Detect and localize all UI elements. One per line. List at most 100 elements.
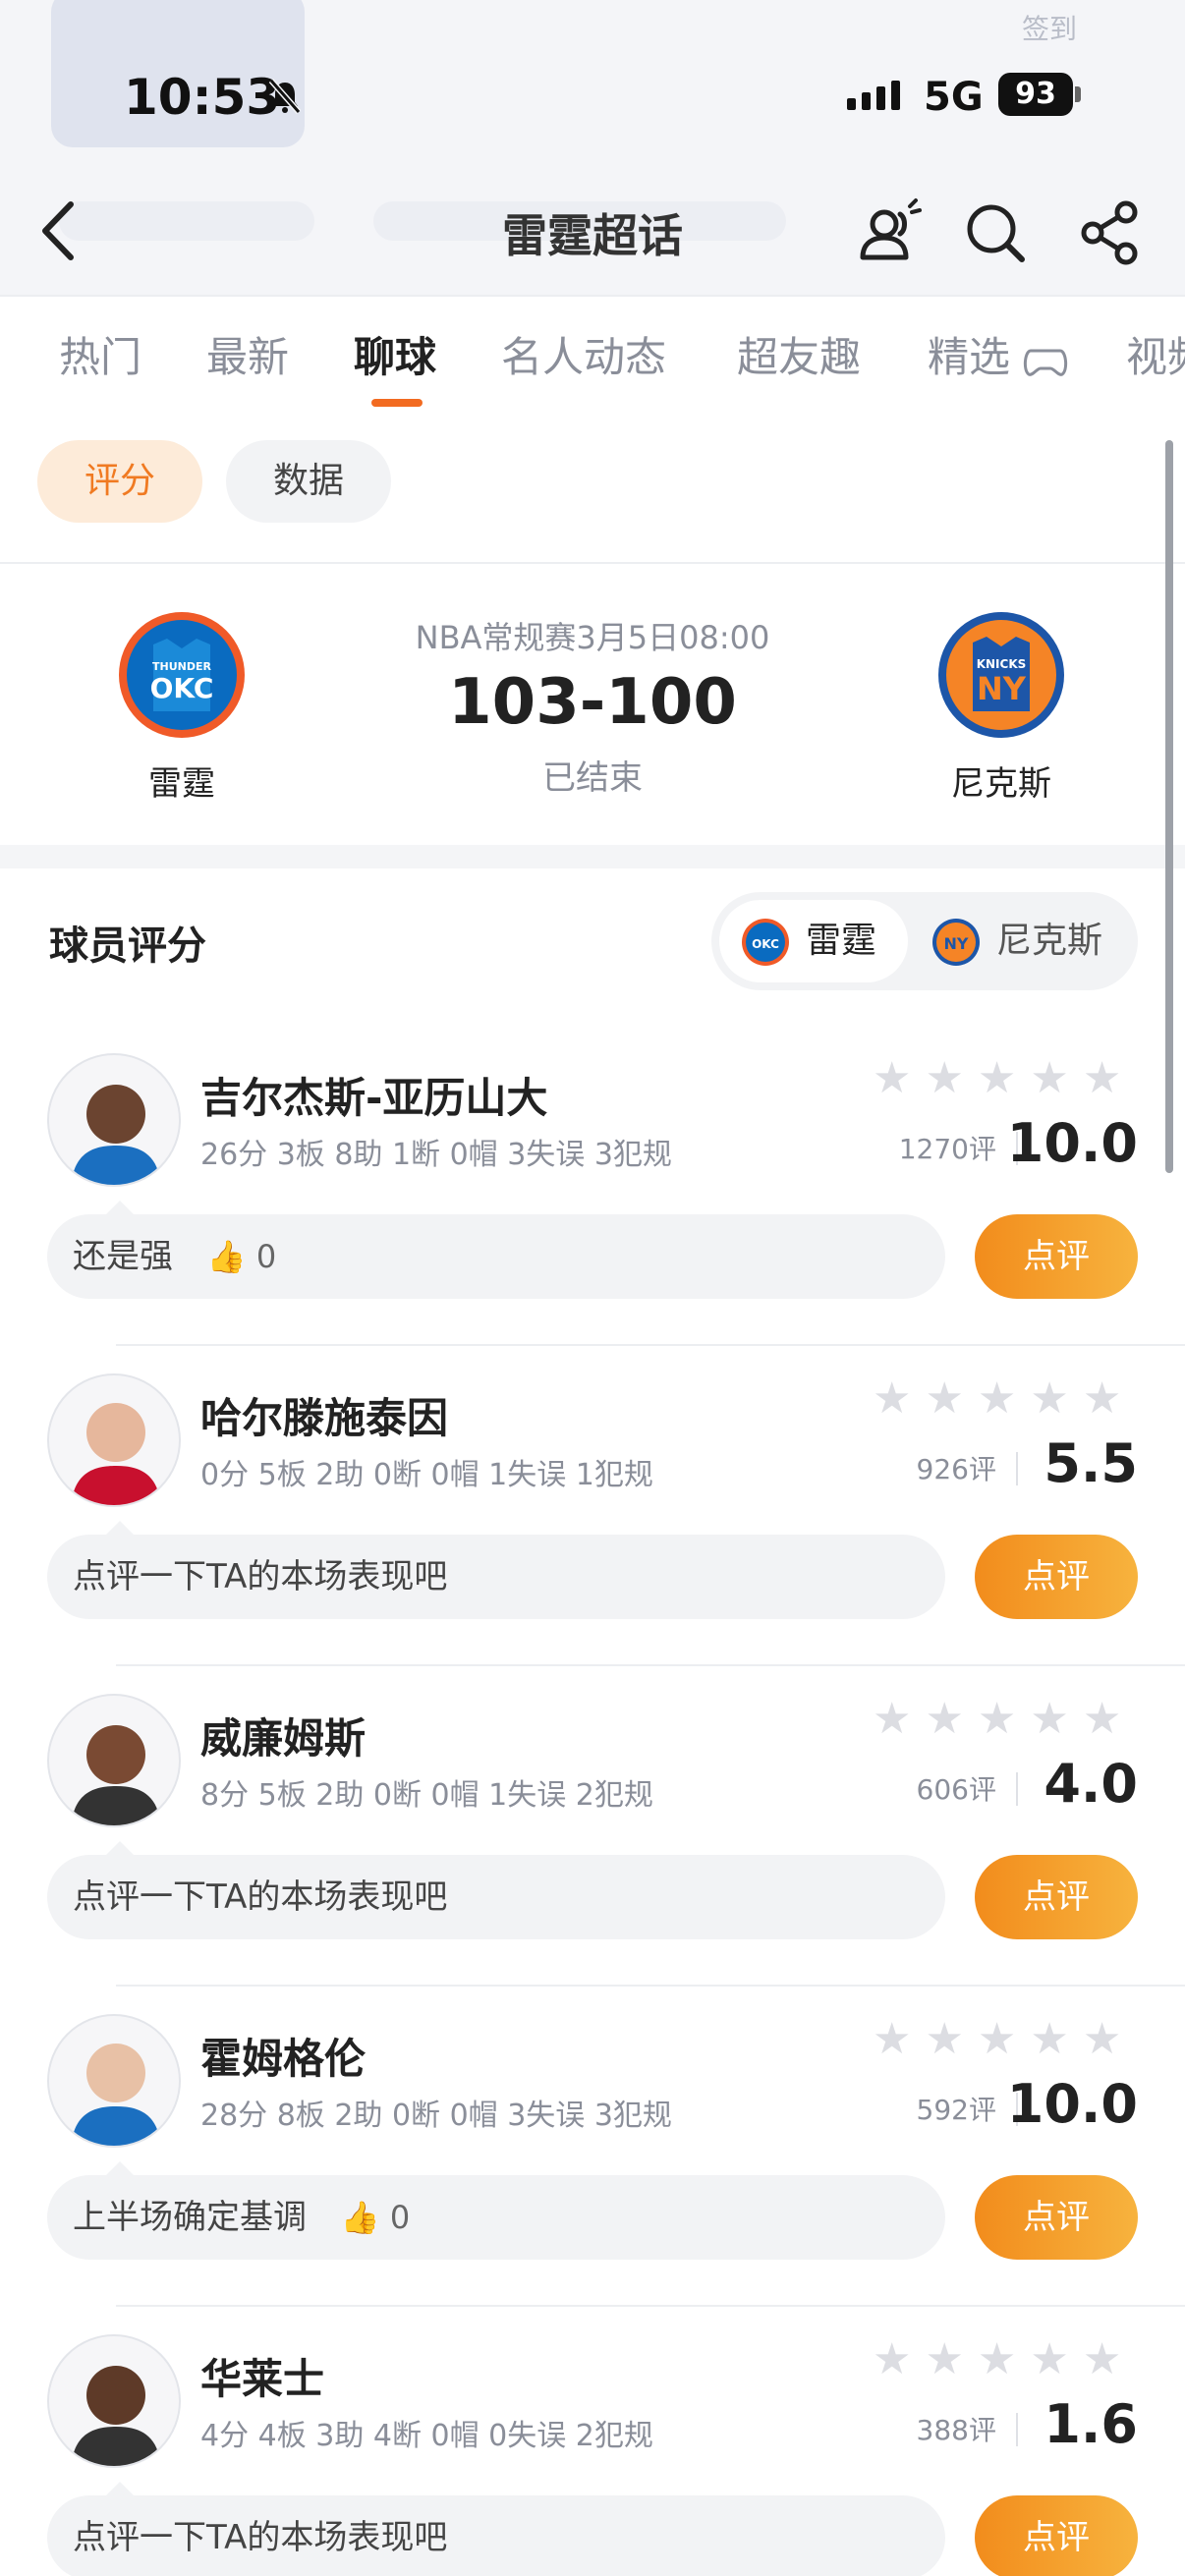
tab-hot[interactable]: 热门 [59,324,141,384]
player-stats: 0分 5板 2助 0断 0帽 1失误 1犯规 [200,1458,653,1492]
comment-text: 点评一下TA的本场表现吧 [73,2518,448,2557]
star-icon[interactable]: ★ [925,1057,963,1100]
game-controller-icon [1024,349,1068,376]
player-avatar[interactable] [47,2334,181,2468]
chip-rating[interactable]: 评分 [37,440,202,523]
share-icon[interactable] [1075,196,1148,269]
star-icon[interactable]: ★ [1083,1057,1121,1100]
comment-prompt[interactable]: 点评一下TA的本场表现吧 [47,1521,945,1619]
tab-chat-ball[interactable]: 聊球 [354,324,436,384]
separator [1016,1772,1018,1806]
star-icon[interactable]: ★ [1030,1377,1068,1421]
review-button[interactable]: 点评 [975,1535,1138,1619]
review-button[interactable]: 点评 [975,2175,1138,2260]
svg-text:NY: NY [944,934,969,953]
signal-icon [847,81,900,110]
section-title: 球员评分 [49,924,206,969]
nav-divider [0,295,1185,297]
nav-bar: 雷霆超话 [0,177,1185,285]
rating-count: 606评 [916,1773,996,1806]
player-row: 威廉姆斯 8分 5板 2助 0断 0帽 1失误 2犯规 ★ ★ ★ ★ ★ 606评 4… [0,1694,1185,2014]
star-icon[interactable]: ★ [925,1698,963,1741]
player-score: 1.6 [1044,2393,1138,2455]
like-number: 0 [389,2199,411,2236]
like-count[interactable]: 👍 0 [341,2199,410,2236]
star-icon[interactable]: ★ [1030,1698,1068,1741]
rating-stars[interactable]: ★ ★ ★ ★ ★ [873,2018,1121,2061]
player-avatar[interactable] [47,1053,181,1187]
tab-featured[interactable]: 精选 [928,324,1068,384]
player-name: 霍姆格伦 [200,2035,367,2083]
chip-data[interactable]: 数据 [226,440,391,523]
star-icon[interactable]: ★ [873,1377,911,1421]
star-icon[interactable]: ★ [978,1698,1016,1741]
team-switch: OKC 雷霆 NY 尼克斯 [711,892,1138,990]
star-icon[interactable]: ★ [873,1698,911,1741]
search-icon[interactable] [959,196,1032,269]
star-icon[interactable]: ★ [1083,1377,1121,1421]
star-icon[interactable]: ★ [978,1377,1016,1421]
svg-text:NY: NY [977,670,1027,707]
sign-in-label[interactable]: 签到 [1022,8,1077,47]
review-button[interactable]: 点评 [975,1855,1138,1939]
review-button[interactable]: 点评 [975,1214,1138,1299]
star-icon[interactable]: ★ [1030,1057,1068,1100]
away-team-mini-logo: NY [932,919,980,966]
player-score: 10.0 [1006,1112,1138,1174]
star-icon[interactable]: ★ [1030,2018,1068,2061]
rating-stars[interactable]: ★ ★ ★ ★ ★ [873,1057,1121,1100]
rating-count: 592评 [916,2094,996,2126]
svg-text:OKC: OKC [752,937,779,951]
star-icon[interactable]: ★ [1030,2338,1068,2381]
comment-prompt[interactable]: 点评一下TA的本场表现吧 [47,2482,945,2576]
player-stats: 8分 5板 2助 0断 0帽 1失误 2犯规 [200,1778,653,1813]
status-bar: 10:53 5G 93 [0,59,1185,128]
player-row: 华莱士 4分 4板 3助 4断 0帽 0失误 2犯规 ★ ★ ★ ★ ★ 388评 1.… [0,2334,1185,2576]
star-icon[interactable]: ★ [925,2338,963,2381]
like-count[interactable]: 👍 0 [207,1238,276,1275]
rating-stars[interactable]: ★ ★ ★ ★ ★ [873,2338,1121,2381]
review-button[interactable]: 点评 [975,2495,1138,2576]
switch-home-team[interactable]: OKC 雷霆 [719,900,908,982]
members-icon[interactable] [851,196,924,269]
row-divider [116,1344,1185,1346]
player-stats: 28分 8板 2助 0断 0帽 3失误 3犯规 [200,2099,672,2133]
rating-stars[interactable]: ★ ★ ★ ★ ★ [873,1698,1121,1741]
switch-home-label: 雷霆 [806,921,877,961]
top-comment[interactable]: 上半场确定基调 👍 0 [47,2161,945,2260]
tab-celebrity[interactable]: 名人动态 [501,324,666,384]
scrollbar[interactable] [1165,440,1173,1173]
star-icon[interactable]: ★ [1083,2018,1121,2061]
rating-stars[interactable]: ★ ★ ★ ★ ★ [873,1377,1121,1421]
match-card[interactable]: THUNDER OKC 雷霆 NBA常规赛3月5日08:00 103-100 已… [0,564,1185,845]
star-icon[interactable]: ★ [978,2338,1016,2381]
player-avatar[interactable] [47,2014,181,2148]
switch-away-team[interactable]: NY 尼克斯 [922,900,1128,982]
away-team-name: 尼克斯 [951,764,1051,804]
player-row: 霍姆格伦 28分 8板 2助 0断 0帽 3失误 3犯规 ★ ★ ★ ★ ★ 592评 … [0,2014,1185,2334]
tab-fun[interactable]: 超友趣 [737,324,861,384]
separator [1016,1452,1018,1485]
star-icon[interactable]: ★ [978,2018,1016,2061]
star-icon[interactable]: ★ [1083,2338,1121,2381]
comment-prompt[interactable]: 点评一下TA的本场表现吧 [47,1841,945,1939]
tab-latest[interactable]: 最新 [206,324,289,384]
star-icon[interactable]: ★ [978,1057,1016,1100]
tab-featured-label: 精选 [928,333,1011,381]
tab-video[interactable]: 视频 [1126,324,1185,384]
player-avatar[interactable] [47,1373,181,1507]
separator [1016,2413,1018,2446]
star-icon[interactable]: ★ [1083,1698,1121,1741]
star-icon[interactable]: ★ [873,1057,911,1100]
star-icon[interactable]: ★ [925,1377,963,1421]
rating-count: 926评 [916,1453,996,1485]
player-stats: 4分 4板 3助 4断 0帽 0失误 2犯规 [200,2419,653,2453]
rating-count: 388评 [916,2414,996,2446]
star-icon[interactable]: ★ [925,2018,963,2061]
star-icon[interactable]: ★ [873,2338,911,2381]
comment-text: 点评一下TA的本场表现吧 [73,1557,448,1596]
comment-text: 上半场确定基调 [73,2198,307,2237]
star-icon[interactable]: ★ [873,2018,911,2061]
player-avatar[interactable] [47,1694,181,1827]
top-comment[interactable]: 还是强 👍 0 [47,1201,945,1299]
